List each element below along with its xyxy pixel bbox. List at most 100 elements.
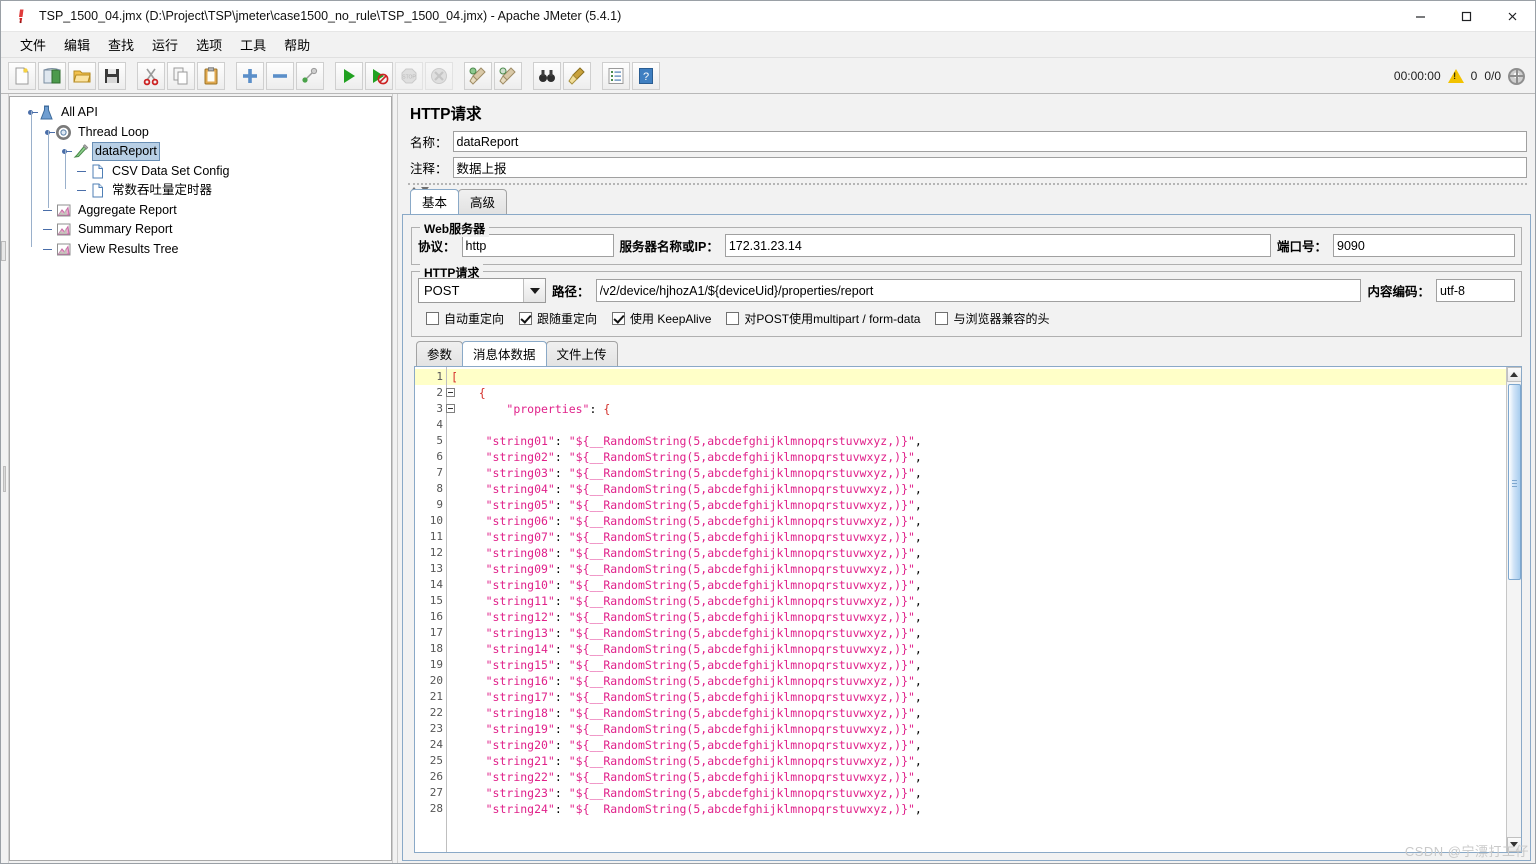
tree-node-thread-loop[interactable]: Thread Loop — [16, 123, 391, 143]
tab-parameters[interactable]: 参数 — [416, 341, 464, 366]
protocol-input[interactable] — [461, 234, 614, 257]
toggle-button[interactable] — [296, 61, 324, 90]
search-button[interactable] — [533, 61, 561, 90]
minimize-button[interactable] — [1397, 1, 1443, 32]
line-number: 18 — [429, 642, 443, 655]
body-tabstrip: 参数 消息体数据 文件上传 — [408, 341, 1525, 366]
test-plan-tree[interactable]: All API Thread Loop dataReport CSV Data Set… — [10, 97, 391, 259]
scrollbar-thumb[interactable] — [1507, 384, 1521, 580]
start-no-pauses-button[interactable] — [365, 61, 393, 90]
save-disk-icon — [105, 68, 119, 83]
threads-count: 0/0 — [1484, 69, 1501, 83]
encoding-input[interactable] — [1436, 279, 1515, 302]
checkbox-4[interactable] — [935, 312, 949, 325]
line-number: 8 — [436, 482, 443, 495]
cut-button[interactable] — [137, 61, 165, 90]
checkbox-2[interactable] — [612, 312, 626, 325]
paste-button[interactable] — [197, 61, 225, 90]
encoding-label: 内容编码： — [1367, 285, 1430, 299]
tab-file-upload[interactable]: 文件上传 — [545, 341, 618, 366]
timer-icon — [89, 182, 106, 199]
tree-node-all-api[interactable]: All API — [16, 103, 391, 123]
menu-help[interactable]: 帮助 — [275, 32, 319, 57]
main-tabstrip: 基本 高级 — [402, 189, 1531, 214]
stop-button[interactable]: STOP — [395, 61, 423, 90]
menu-run[interactable]: 运行 — [143, 32, 187, 57]
method-dropdown-arrow[interactable] — [523, 279, 545, 302]
binoculars-icon — [539, 69, 555, 82]
tab-body-data[interactable]: 消息体数据 — [462, 341, 547, 366]
element-editor-pane: HTTP请求 名称： 注释： 基本 高级 Web服务器 — [398, 94, 1535, 863]
code-line: "string15": "${__RandomString(5,abcdefgh… — [485, 658, 922, 672]
code-line: "string17": "${__RandomString(5,abcdefgh… — [485, 690, 922, 704]
collapse-divider[interactable] — [408, 183, 1527, 192]
menu-search[interactable]: 查找 — [99, 32, 143, 57]
editor-vertical-scrollbar[interactable] — [1506, 367, 1521, 852]
comment-input[interactable] — [452, 157, 1527, 178]
menu-edit[interactable]: 编辑 — [55, 32, 99, 57]
editor-code-area[interactable]: [ { "properties": { "string01": "${__Ran… — [447, 367, 1506, 852]
menu-file[interactable]: 文件 — [11, 32, 55, 57]
open-button[interactable] — [68, 61, 96, 90]
method-value: POST — [424, 283, 460, 298]
scroll-up-button[interactable] — [1506, 367, 1521, 382]
help-button[interactable]: ? — [632, 61, 660, 90]
http-request-row: POST 路径： 内容编码： — [418, 278, 1515, 303]
scissors-icon — [143, 68, 159, 85]
shutdown-button[interactable] — [425, 61, 453, 90]
tree-node-datareport[interactable]: dataReport — [16, 142, 391, 162]
tree-node-常数吞吐量定时器[interactable]: 常数吞吐量定时器 — [16, 181, 391, 201]
maximize-button[interactable] — [1443, 1, 1489, 32]
new-button[interactable] — [8, 61, 36, 90]
templates-button[interactable] — [38, 61, 66, 90]
clear-all-button[interactable] — [494, 61, 522, 90]
menu-tools[interactable]: 工具 — [231, 32, 275, 57]
body-data-editor[interactable]: 1 2 3 4 5 6 7 8 9 10 11 12 13 14 15 16 17 18 19 20 21 22 23 24 2… — [414, 366, 1522, 853]
path-input[interactable] — [595, 279, 1362, 302]
clear-button[interactable] — [464, 61, 492, 90]
port-input[interactable] — [1333, 234, 1515, 257]
tab-advanced[interactable]: 高级 — [458, 189, 508, 214]
left-collapse-grip[interactable] — [1, 94, 9, 863]
save-button[interactable] — [98, 61, 126, 90]
clipboard-icon — [204, 66, 218, 84]
close-icon — [1508, 12, 1516, 20]
server-input[interactable] — [724, 234, 1271, 257]
tree-node-summary-report[interactable]: Summary Report — [16, 220, 391, 240]
tree-node-view-results-tree[interactable]: View Results Tree — [16, 240, 391, 260]
code-line: "string05": "${__RandomString(5,abcdefgh… — [485, 498, 922, 512]
checkbox-3[interactable] — [726, 312, 740, 325]
tree-node-label: dataReport — [92, 142, 160, 162]
line-number: 13 — [429, 562, 443, 575]
scroll-down-button[interactable] — [1506, 837, 1521, 852]
method-combobox[interactable]: POST — [418, 278, 546, 303]
name-input[interactable] — [452, 131, 1527, 152]
web-server-group: Web服务器 协议： 服务器名称或IP： 端口号： — [411, 220, 1522, 265]
minus-icon — [273, 73, 287, 78]
checkbox-1[interactable] — [519, 312, 533, 325]
checkbox-0[interactable] — [426, 312, 439, 325]
tree-node-aggregate-report[interactable]: Aggregate Report — [16, 201, 391, 221]
warning-icon[interactable] — [1447, 69, 1464, 83]
tree-node-label: Summary Report — [78, 222, 173, 237]
menu-options[interactable]: 选项 — [187, 32, 231, 57]
close-button[interactable] — [1489, 1, 1535, 32]
tree-node-label: View Results Tree — [78, 241, 179, 256]
tree-node-csv-data-set-config[interactable]: CSV Data Set Config — [16, 162, 391, 182]
code-line: "string20": "${__RandomString(5,abcdefgh… — [485, 738, 922, 752]
collapse-all-button[interactable] — [266, 61, 294, 90]
scrollbar-track[interactable] — [1506, 382, 1521, 837]
svg-text:?: ? — [643, 71, 649, 83]
left-edge-handle[interactable] — [1, 241, 6, 261]
function-helper-button[interactable] — [602, 61, 630, 90]
plus-icon — [243, 68, 257, 83]
protocol-label: 协议： — [418, 240, 456, 254]
tab-basic[interactable]: 基本 — [410, 189, 460, 214]
expand-all-button[interactable] — [236, 61, 264, 90]
copy-button[interactable] — [167, 61, 195, 90]
reset-search-button[interactable] — [563, 61, 591, 90]
line-number: 28 — [429, 802, 443, 815]
config-element-icon — [89, 163, 106, 180]
start-button[interactable] — [335, 61, 363, 90]
line-number: 6 — [436, 450, 443, 463]
